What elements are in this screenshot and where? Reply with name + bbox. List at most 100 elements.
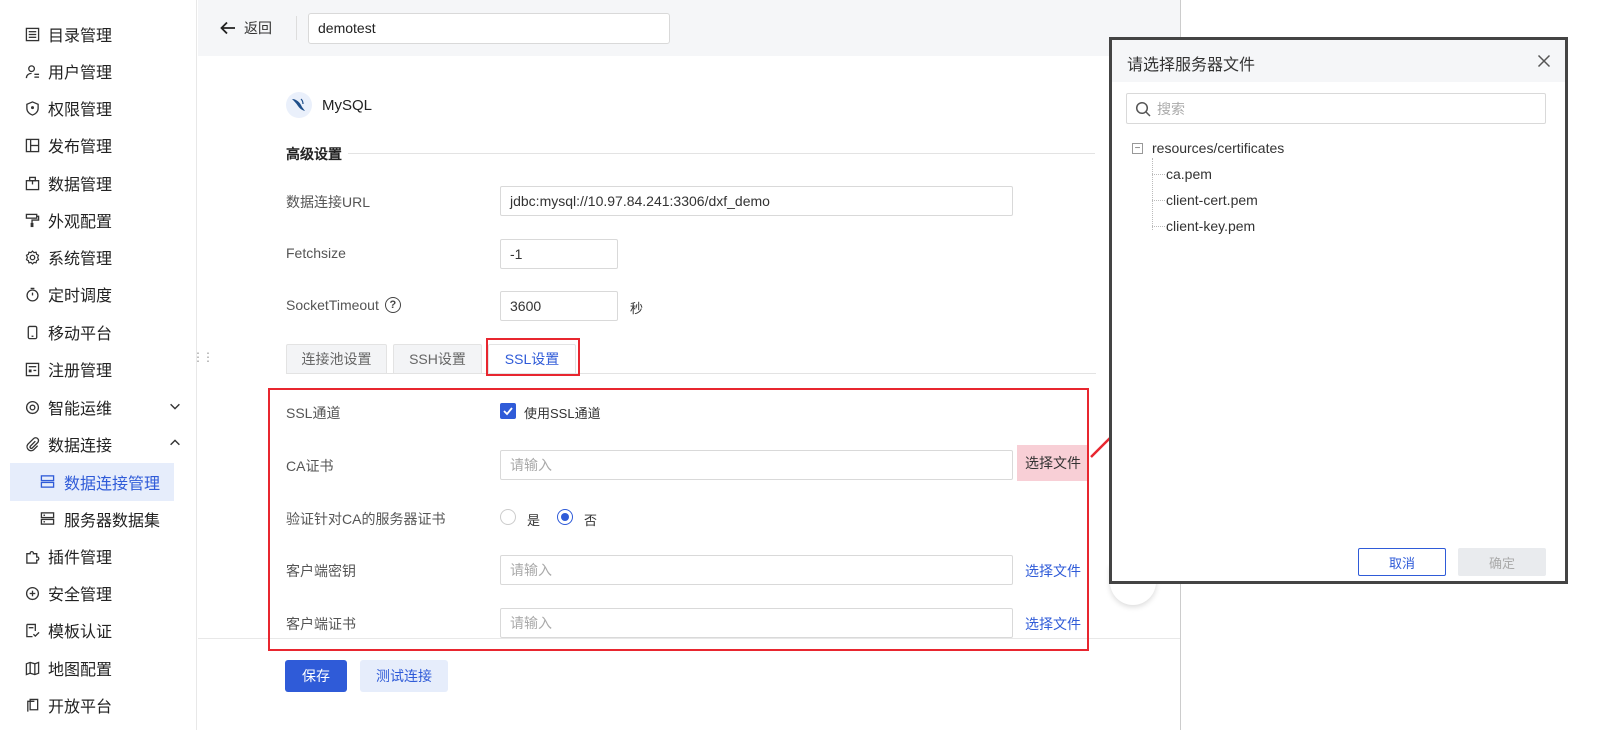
register-icon [24,361,40,377]
sidebar-subitem-label: 服务器数据集 [64,513,161,530]
sidebar-item-label: 外观配置 [48,214,113,231]
list-icon [24,26,40,42]
sidebar-item-security[interactable]: 安全管理 [24,575,194,611]
test-connection-button[interactable]: 测试连接 [360,660,448,692]
sidebar-item-label: 注册管理 [48,363,113,380]
sidebar-item-label: 安全管理 [48,587,113,604]
sidebar-item-mobile[interactable]: 移动平台 [24,314,194,350]
sidebar-item-label: 开放平台 [48,699,113,716]
tree-connector [1152,225,1165,227]
top-bar: 返回 demotest [198,0,1180,56]
sidebar-item-label: 移动平台 [48,326,113,343]
tab-divider [286,373,1096,374]
search-placeholder: 搜索 [1157,100,1185,117]
sidebar: 目录管理 用户管理 权限管理 发布管理 数据管理 外观配置 系统管理 定时调度 … [0,0,197,730]
tree-file-item[interactable]: ca.pem [1152,166,1212,182]
user-icon [24,63,40,79]
socket-timeout-label: SocketTimeout ? [286,297,401,313]
sidebar-item-appearance[interactable]: 外观配置 [24,202,194,238]
shield-icon [24,100,40,116]
sidebar-item-label: 发布管理 [48,139,113,156]
sidebar-item-open-platform[interactable]: 开放平台 [24,687,194,723]
db-type-header: MySQL [286,92,372,118]
dialog-header: 请选择服务器文件 [1112,40,1565,82]
sidebar-subitem-label: 数据连接管理 [64,476,161,493]
sidebar-item-data-connection[interactable]: 数据连接 [24,426,194,462]
chevron-up-icon[interactable] [168,436,184,452]
sidebar-item-label: 插件管理 [48,550,113,567]
server-dataset-icon [40,511,56,527]
sidebar-item-template-auth[interactable]: 模板认证 [24,612,194,648]
tree-file-item[interactable]: client-cert.pem [1152,192,1258,208]
sidebar-item-ops[interactable]: 智能运维 [24,389,194,425]
sidebar-subitem-connection-management[interactable]: 数据连接管理 [10,463,174,501]
socket-timeout-text: SocketTimeout [286,297,379,313]
sidebar-item-label: 定时调度 [48,288,113,305]
arrow-left-icon [220,21,235,35]
back-button[interactable]: 返回 [220,18,272,38]
tree-connector [1152,199,1165,201]
help-icon[interactable]: ? [384,297,401,313]
open-platform-icon [24,697,40,713]
sidebar-item-plugins[interactable]: 插件管理 [24,538,194,574]
sidebar-item-data[interactable]: 数据管理 [24,165,194,201]
tree-file-item[interactable]: client-key.pem [1152,218,1255,234]
chevron-down-icon[interactable] [168,399,184,415]
fetchsize-input[interactable]: -1 [500,239,618,269]
close-icon[interactable] [1537,52,1551,73]
tab-pool[interactable]: 连接池设置 [286,344,387,374]
sidebar-item-catalog[interactable]: 目录管理 [24,16,194,52]
sidebar-item-schedule[interactable]: 定时调度 [24,276,194,312]
paperclip-icon [24,436,40,452]
db-type-label: MySQL [322,96,373,114]
connection-name-input[interactable]: demotest [308,13,670,44]
phone-icon [24,324,40,340]
tree-file-label: ca.pem [1166,166,1212,182]
tree-folder-label: resources/certificates [1152,140,1285,156]
sidebar-item-label: 权限管理 [48,102,113,119]
sidebar-item-permissions[interactable]: 权限管理 [24,90,194,126]
sidebar-item-users[interactable]: 用户管理 [24,53,194,89]
sidebar-item-label: 模板认证 [48,624,113,641]
layout-icon [24,137,40,153]
sidebar-item-label: 目录管理 [48,28,113,45]
collapse-icon[interactable]: − [1132,142,1143,154]
tab-ssh[interactable]: SSH设置 [393,344,482,374]
tree-connector [1152,173,1165,175]
tree-folder[interactable]: − resources/certificates [1132,140,1284,156]
stopwatch-icon [24,286,40,302]
cancel-button[interactable]: 取消 [1358,548,1446,576]
server-file-dialog: 请选择服务器文件 搜索 − resources/certificates ca.… [1109,37,1568,584]
dialog-title: 请选择服务器文件 [1127,57,1256,74]
fetchsize-label: Fetchsize [286,245,346,261]
smart-ops-icon [24,399,40,415]
sidebar-item-label: 用户管理 [48,65,113,82]
package-icon [24,175,40,191]
document-check-icon [24,622,40,638]
section-divider [348,153,1095,154]
sidebar-item-system[interactable]: 系统管理 [24,239,194,275]
paint-roller-icon [24,212,40,228]
puzzle-icon [24,548,40,564]
divider [296,16,297,40]
sidebar-item-map[interactable]: 地图配置 [24,650,194,686]
socket-timeout-unit: 秒 [630,301,644,316]
section-title: 高级设置 [286,146,342,162]
sidebar-item-publish[interactable]: 发布管理 [24,127,194,163]
sidebar-item-label: 地图配置 [48,662,113,679]
map-icon [24,660,40,676]
sidebar-subitem-server-dataset[interactable]: 服务器数据集 [10,500,174,538]
tree-file-label: client-key.pem [1166,218,1256,234]
sidebar-item-label: 智能运维 [48,401,113,418]
url-input[interactable]: jdbc:mysql://10.97.84.241:3306/dxf_demo [500,186,1013,216]
ssl-section-highlight [268,388,1089,651]
dialog-search-input[interactable]: 搜索 [1126,93,1546,124]
security-icon [24,585,40,601]
save-button[interactable]: 保存 [285,660,347,692]
confirm-button[interactable]: 确定 [1458,548,1546,576]
sidebar-item-label: 数据连接 [48,438,113,455]
search-icon [1135,101,1151,117]
socket-timeout-input[interactable]: 3600 [500,291,618,321]
back-label: 返回 [244,20,272,36]
sidebar-item-registration[interactable]: 注册管理 [24,351,194,387]
